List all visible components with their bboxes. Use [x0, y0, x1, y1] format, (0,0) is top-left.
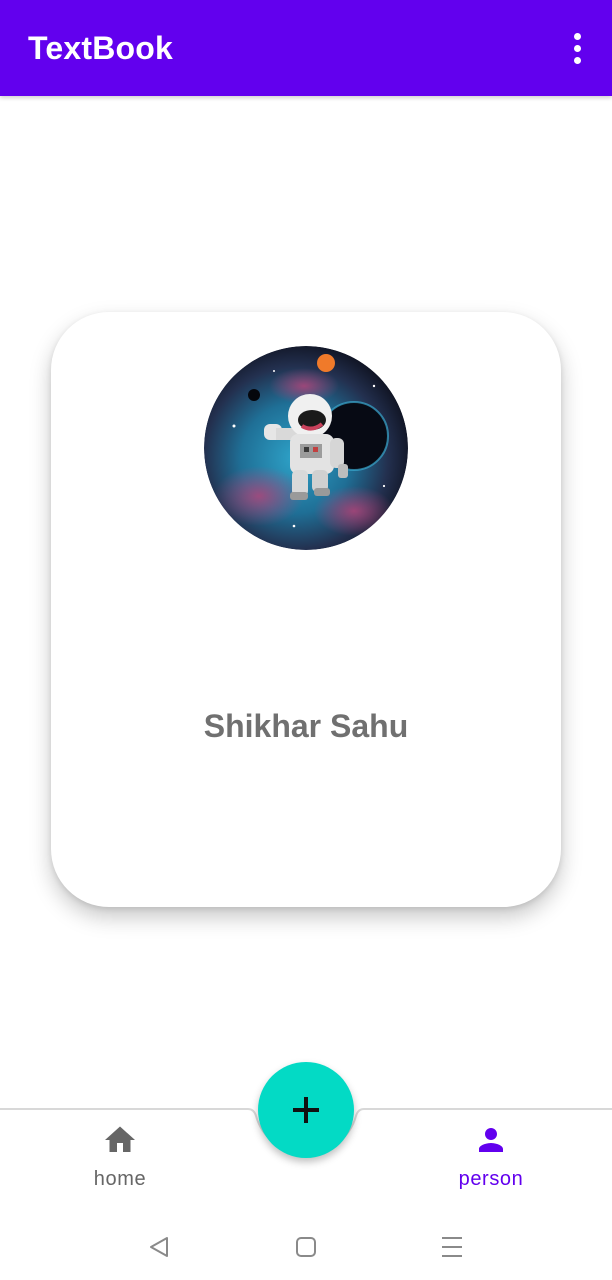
app-screen: TextBook Shikhar Sahu home person: [0, 0, 612, 1280]
profile-card: Shikhar Sahu: [51, 312, 561, 907]
person-icon: [479, 1128, 503, 1152]
profile-name: Shikhar Sahu: [203, 708, 409, 744]
system-menu-button[interactable]: [435, 1230, 469, 1264]
add-fab-button[interactable]: [258, 1062, 354, 1158]
plus-icon: [293, 1097, 319, 1123]
system-navigation-bar: [0, 1216, 612, 1280]
overflow-menu-button[interactable]: [562, 28, 592, 68]
menu-lines-icon: [442, 1237, 462, 1257]
more-vert-icon: [573, 32, 581, 40]
system-back-button[interactable]: [143, 1230, 177, 1264]
app-title: TextBook: [28, 30, 174, 66]
home-icon: [105, 1126, 135, 1152]
back-icon: [150, 1237, 168, 1257]
top-app-bar: TextBook: [0, 0, 612, 96]
nav-label-person: person: [458, 1168, 524, 1190]
system-home-button[interactable]: [289, 1230, 323, 1264]
astronaut-avatar-image: [204, 346, 408, 550]
nav-item-person[interactable]: person: [421, 1122, 561, 1202]
avatar[interactable]: [204, 346, 408, 550]
nav-item-home[interactable]: home: [50, 1122, 190, 1202]
home-square-icon: [296, 1237, 316, 1257]
nav-label-home: home: [93, 1168, 147, 1190]
